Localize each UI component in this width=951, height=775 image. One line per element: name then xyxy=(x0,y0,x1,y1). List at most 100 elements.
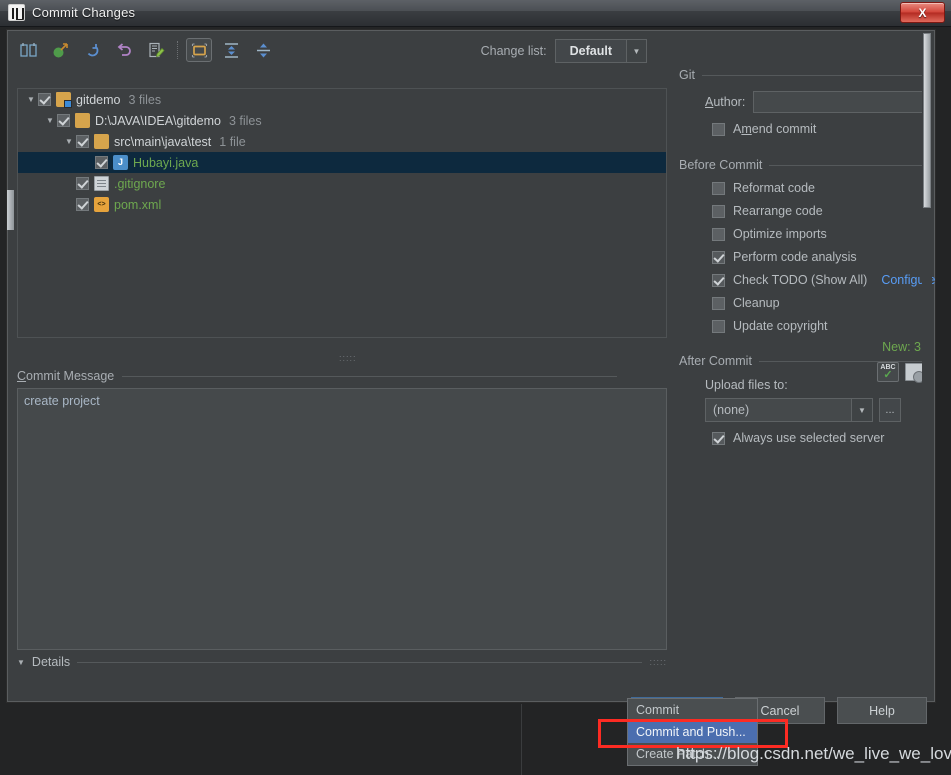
commit-message-input[interactable]: create project xyxy=(17,388,667,650)
before-commit-checkbox[interactable] xyxy=(712,227,725,241)
expand-all-icon[interactable] xyxy=(218,38,244,62)
before-commit-option-row[interactable]: Check TODO (Show All) Configure xyxy=(712,273,936,287)
before-commit-checkbox[interactable] xyxy=(712,296,725,310)
before-commit-option-row[interactable]: Cleanup xyxy=(712,296,927,310)
tree-row[interactable]: ▼ src\main\java\test 1 file xyxy=(18,131,666,152)
amend-commit-row[interactable]: Amend commit xyxy=(712,122,927,136)
change-list-label: Change list: xyxy=(480,44,547,58)
tree-row-checkbox[interactable] xyxy=(76,198,89,211)
rollback-icon[interactable] xyxy=(111,38,137,62)
tree-row[interactable]: ▼ gitdemo 3 files xyxy=(18,89,666,110)
section-divider xyxy=(122,375,617,377)
tree-row-name: src\main\java\test xyxy=(114,134,212,149)
before-commit-checkbox[interactable] xyxy=(712,181,725,195)
details-section[interactable]: ▼ Details ::::: xyxy=(17,655,667,669)
left-scrollbar-thumb[interactable] xyxy=(7,190,14,230)
before-commit-label-text: Rearrange code xyxy=(733,204,823,218)
before-commit-checkbox[interactable] xyxy=(712,204,725,218)
section-divider xyxy=(769,164,927,166)
always-use-server-label: Always use selected server xyxy=(733,431,885,445)
upload-server-value: (none) xyxy=(713,403,750,417)
chevron-down-icon[interactable]: ▼ xyxy=(24,95,38,104)
chevron-down-icon[interactable]: ▼ xyxy=(851,399,872,421)
before-commit-checkbox[interactable] xyxy=(712,319,725,333)
folder-module-icon xyxy=(56,92,72,108)
chevron-down-icon[interactable]: ▼ xyxy=(626,40,646,62)
upload-server-row: (none) ▼ ... xyxy=(705,398,927,422)
upload-files-label: Upload files to: xyxy=(705,378,788,392)
amend-commit-checkbox[interactable] xyxy=(712,122,725,136)
collapse-all-icon[interactable] xyxy=(250,38,276,62)
amend-commit-label: Amend commit xyxy=(733,122,817,136)
details-grip[interactable]: ::::: xyxy=(649,657,667,667)
author-row: Author: xyxy=(705,91,927,113)
before-commit-option-row[interactable]: Perform code analysis xyxy=(712,250,927,264)
show-diff-icon[interactable] xyxy=(15,38,41,62)
before-commit-label-text: Optimize imports xyxy=(733,227,827,241)
options-scrollbar[interactable] xyxy=(922,33,932,699)
tree-row[interactable]: Hubayi.java xyxy=(18,152,666,173)
refresh-icon[interactable] xyxy=(79,38,105,62)
after-commit-label: After Commit xyxy=(679,354,752,368)
splitter-grip[interactable]: ::::: xyxy=(339,353,357,363)
toolbar-separator xyxy=(177,41,178,59)
tree-row-checkbox[interactable] xyxy=(57,114,70,127)
chevron-down-icon[interactable]: ▼ xyxy=(62,137,76,146)
before-commit-header: Before Commit xyxy=(679,158,927,172)
commit-message-label: Commit Message xyxy=(17,369,115,383)
tree-row-checkbox[interactable] xyxy=(38,93,51,106)
help-button[interactable]: Help xyxy=(837,697,927,724)
text-file-icon xyxy=(94,176,109,191)
change-list-combo[interactable]: Default ▼ xyxy=(554,39,647,63)
xml-file-icon xyxy=(94,197,109,212)
always-use-server-checkbox[interactable] xyxy=(712,431,725,445)
always-use-server-row[interactable]: Always use selected server xyxy=(712,431,927,445)
before-commit-checkbox[interactable] xyxy=(712,273,725,287)
watermark-text: https://blog.csdn.net/we_live_we_love xyxy=(676,744,951,763)
before-commit-option-row[interactable]: Optimize imports xyxy=(712,227,927,241)
git-section: Git Author: Amend commit xyxy=(679,68,927,136)
before-commit-section: Before Commit Reformat code Rearrange cod… xyxy=(679,158,936,333)
tree-row[interactable]: pom.xml xyxy=(18,194,666,215)
group-by-directory-icon[interactable] xyxy=(186,38,212,62)
after-commit-section: After Commit Upload files to: (none) ▼ .… xyxy=(679,354,927,445)
folder-icon xyxy=(75,113,90,128)
git-section-label: Git xyxy=(679,68,695,82)
tree-row-checkbox[interactable] xyxy=(76,135,89,148)
folder-icon xyxy=(94,134,109,149)
change-list-value: Default xyxy=(569,44,612,58)
dropdown-menu-item[interactable]: Commit xyxy=(628,699,757,721)
tree-row[interactable]: .gitignore xyxy=(18,173,666,194)
browse-servers-button[interactable]: ... xyxy=(879,398,901,422)
scrollbar-thumb[interactable] xyxy=(923,33,931,208)
changed-files-tree[interactable]: ▼ gitdemo 3 files ▼ D:\JAVA\IDEA\gitdemo 3 fi… xyxy=(17,88,667,338)
before-commit-option-row[interactable]: Reformat code xyxy=(712,181,927,195)
tree-row[interactable]: ▼ D:\JAVA\IDEA\gitdemo 3 files xyxy=(18,110,666,131)
before-commit-option-row[interactable]: Rearrange code xyxy=(712,204,927,218)
tree-row-checkbox[interactable] xyxy=(76,177,89,190)
tree-row-checkbox[interactable] xyxy=(95,156,108,169)
background-divider xyxy=(521,704,522,775)
chevron-down-icon[interactable]: ▼ xyxy=(43,116,57,125)
author-label: Author: xyxy=(705,95,746,109)
author-input[interactable] xyxy=(753,91,926,113)
before-commit-checkbox[interactable] xyxy=(712,250,725,264)
java-file-icon xyxy=(113,155,128,170)
details-label: Details xyxy=(31,655,71,669)
section-divider xyxy=(77,661,643,663)
revert-group-icon[interactable] xyxy=(47,38,73,62)
before-commit-option-row[interactable]: Update copyright xyxy=(712,319,927,333)
section-divider xyxy=(758,360,927,362)
tree-row-count: 3 files xyxy=(228,113,262,128)
commit-message-header: Commit Message xyxy=(17,369,617,383)
close-window-button[interactable]: X xyxy=(900,2,945,23)
before-commit-label-text: Reformat code xyxy=(733,181,815,195)
chevron-down-icon[interactable]: ▼ xyxy=(17,658,25,667)
tree-row-name: .gitignore xyxy=(114,176,166,191)
tree-row-name: Hubayi.java xyxy=(133,155,199,170)
edit-source-icon[interactable] xyxy=(143,38,169,62)
commit-options-panel: Git Author: Amend commit Before Commit R xyxy=(679,68,936,449)
upload-server-combo[interactable]: (none) ▼ xyxy=(705,398,873,422)
section-divider xyxy=(701,74,927,76)
change-list-group: Change list: Default ▼ xyxy=(481,39,647,63)
